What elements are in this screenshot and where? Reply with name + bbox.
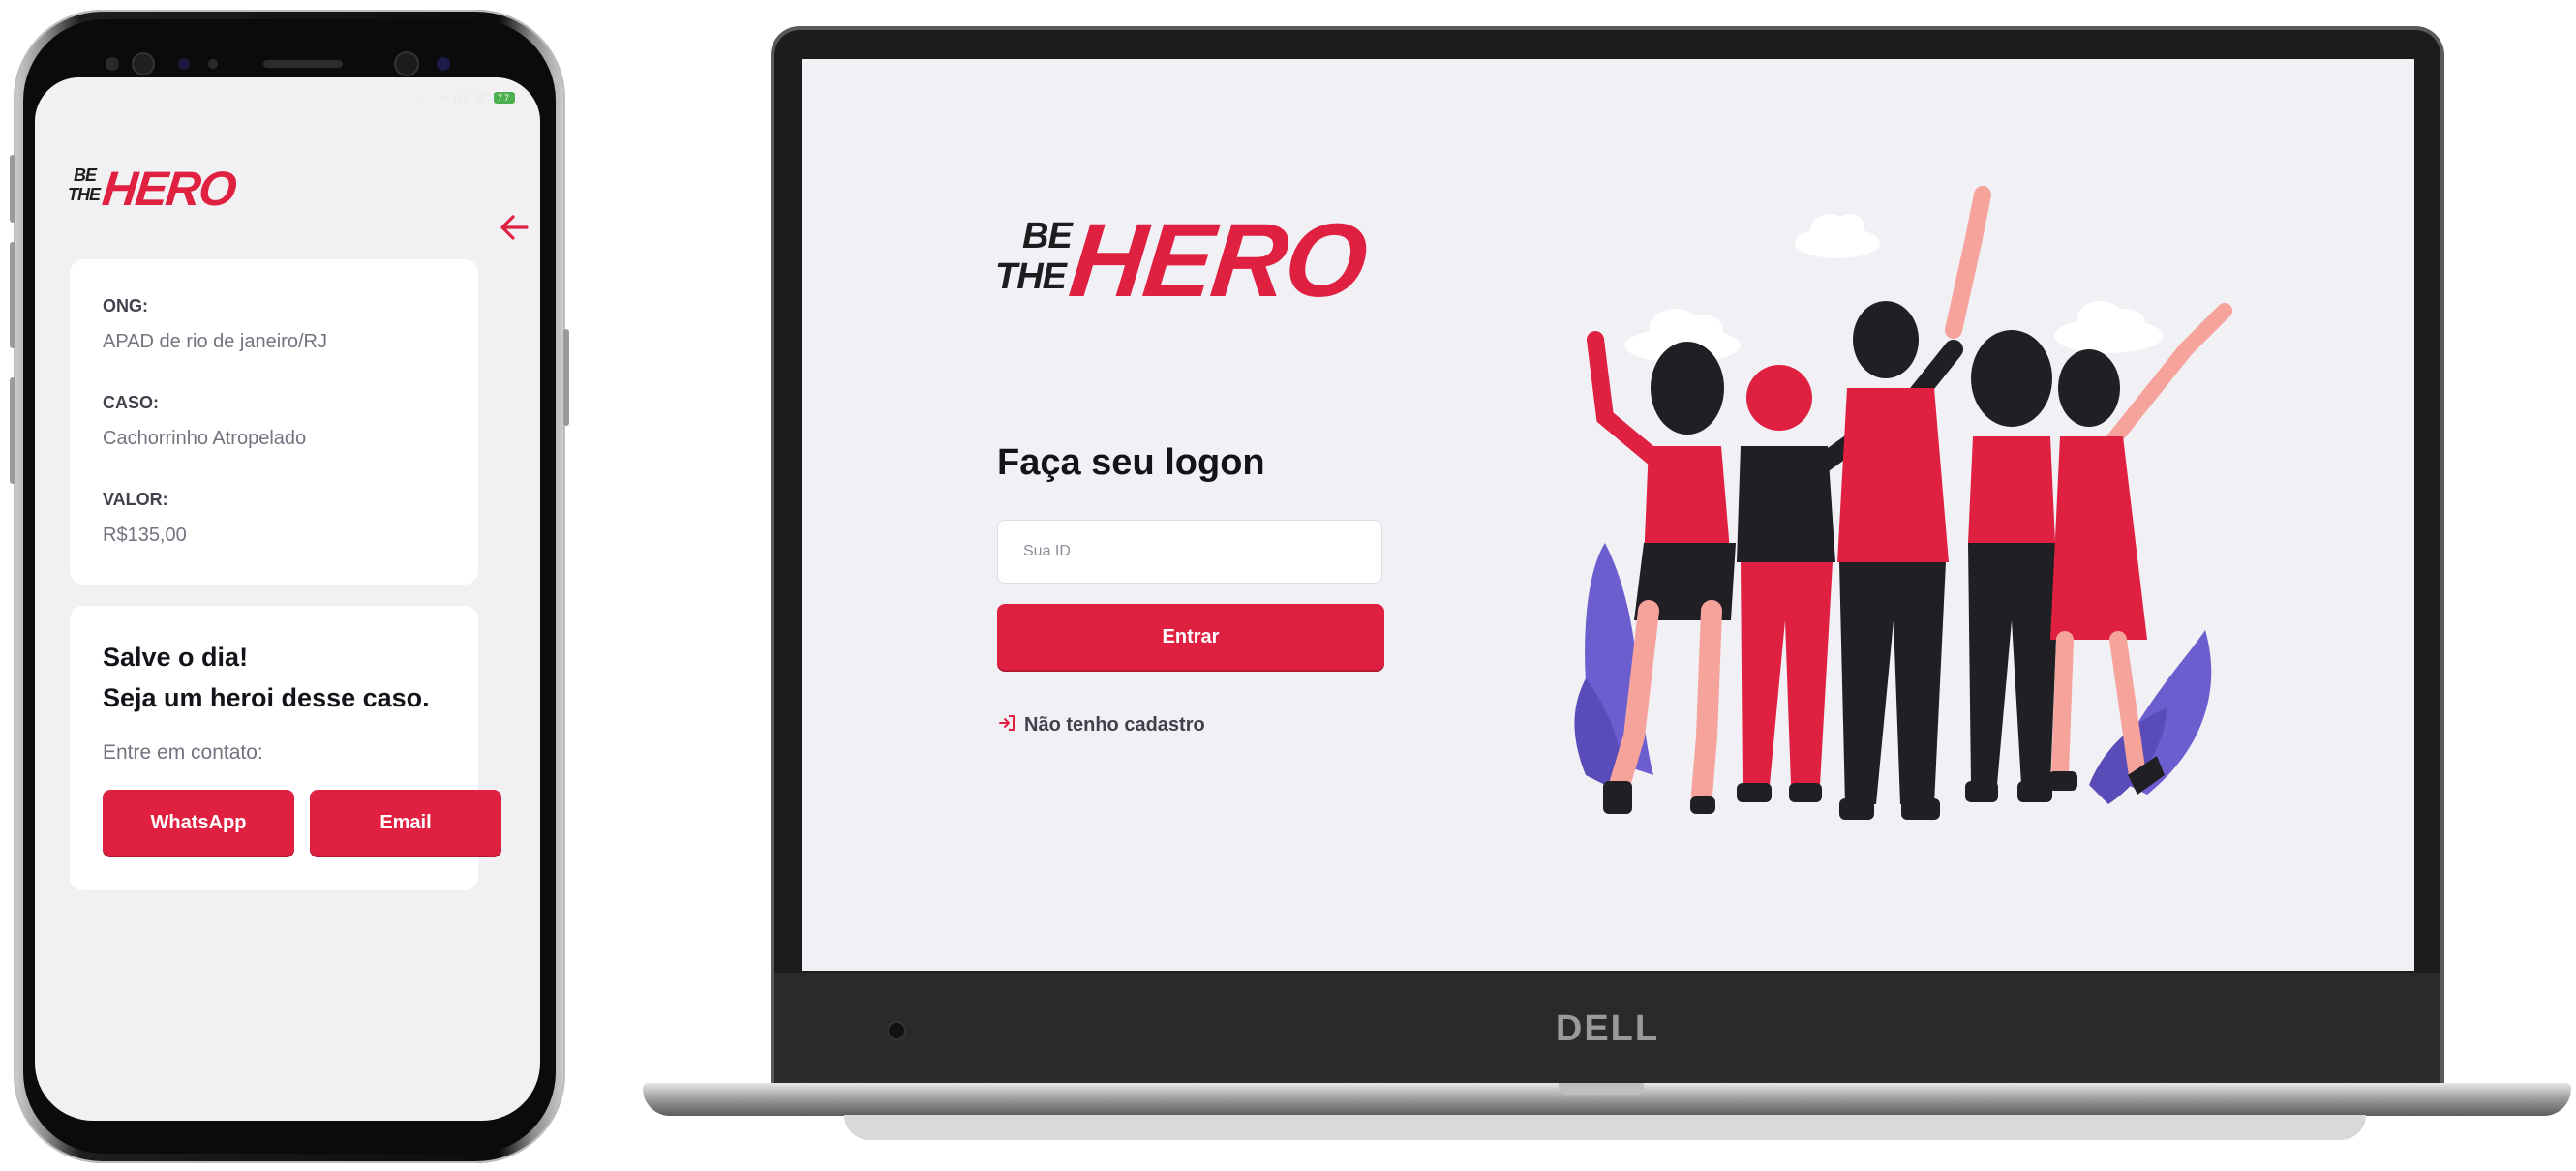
dell-logo: DELL — [1555, 1008, 1660, 1049]
caso-label: CASO: — [103, 393, 159, 412]
email-button[interactable]: Email — [310, 790, 501, 856]
ong-label: ONG: — [103, 296, 148, 315]
status-time: 16:18 — [56, 87, 98, 105]
login-button[interactable]: Entrar — [997, 604, 1384, 670]
phone-side-button — [10, 242, 15, 348]
contact-description: Entre em contato: — [103, 741, 263, 764]
heroes-illustration — [1574, 186, 2232, 820]
whatsapp-button[interactable]: WhatsApp — [103, 790, 294, 856]
phone-side-button — [10, 377, 15, 484]
register-link[interactable]: Não tenho cadastro — [997, 713, 1205, 737]
logo: BE THE HERO — [995, 201, 1371, 330]
log-in-icon — [997, 713, 1016, 737]
contact-title-line2: Seja um heroi desse caso. — [103, 683, 430, 712]
register-link-label: Não tenho cadastro — [1024, 714, 1205, 736]
logo: BE THE HERO — [68, 162, 237, 221]
valor-value: R$135,00 — [103, 525, 187, 546]
laptop-base-foot — [844, 1115, 2366, 1140]
ong-value: APAD de rio de janeiro/RJ — [103, 331, 327, 352]
logo-hero: HERO — [100, 162, 238, 216]
back-arrow-icon[interactable] — [498, 211, 530, 244]
phone-side-button — [10, 155, 15, 223]
phone-side-button — [563, 329, 569, 426]
phone-mockup: 16:18 ⋯ ◔ ıll ≋ 77 BE THE HERO ONG: APAD… — [10, 10, 569, 1163]
logo-hero: HERO — [1064, 201, 1372, 318]
logo-the: THE — [68, 185, 101, 204]
status-bar: 16:18 ⋯ ◔ ıll ≋ 77 — [35, 77, 540, 118]
contact-card: Salve o dia! Seja um heroi desse caso. E… — [70, 606, 501, 890]
valor-label: VALOR: — [103, 490, 168, 509]
logo-be: BE — [74, 165, 97, 185]
logo-be: BE — [1022, 216, 1073, 256]
caso-value: Cachorrinho Atropelado — [103, 428, 307, 449]
battery-icon: 77 — [494, 92, 515, 105]
id-input[interactable] — [997, 520, 1382, 584]
laptop-screen: BE THE HERO Faça seu logon Entrar Não te… — [802, 59, 2414, 971]
logo-the: THE — [995, 256, 1067, 297]
phone-screen: 16:18 ⋯ ◔ ıll ≋ 77 BE THE HERO ONG: APAD… — [35, 77, 540, 1121]
login-title: Faça seu logon — [997, 442, 1265, 483]
signal-icon: ⋯ ◔ ıll ≋ — [416, 89, 489, 105]
laptop-bezel: DELL — [774, 973, 2440, 1085]
incident-card: ONG: APAD de rio de janeiro/RJ CASO: Cac… — [70, 259, 478, 585]
contact-title-line1: Salve o dia! — [103, 643, 249, 672]
laptop-notch — [1559, 1083, 1644, 1095]
status-icons: ⋯ ◔ ıll ≋ 77 — [416, 89, 515, 105]
